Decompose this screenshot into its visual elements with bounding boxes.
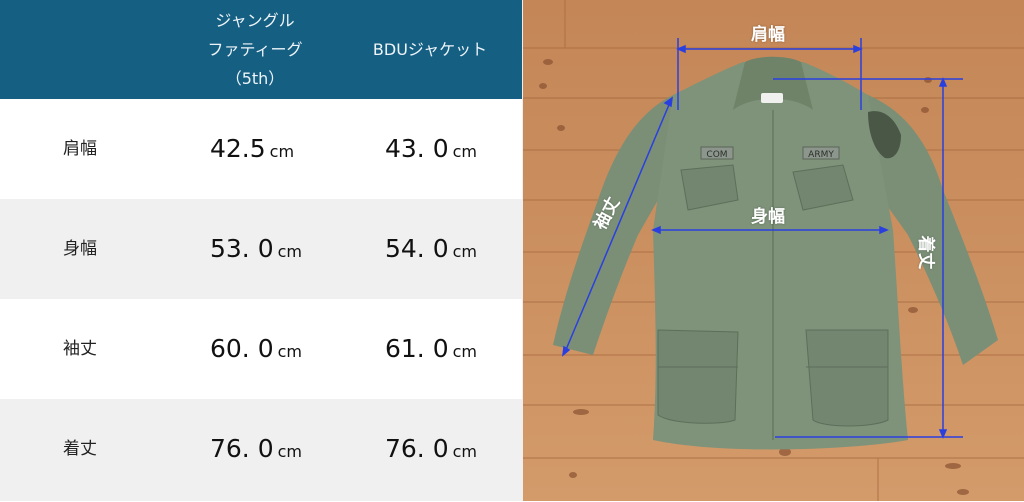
name-tape-right-text: ARMY (808, 150, 834, 160)
size-label (761, 93, 783, 103)
body-width-annotation: 身幅 (751, 207, 785, 227)
header-line: ジャングル (215, 11, 295, 30)
jungle-value: 42.5 cm (210, 134, 295, 163)
row-label: 身幅 (63, 239, 97, 259)
size-comparison-table: ジャングル ファティーグ （5th） BDUジャケット 肩幅 42.5 cm 43… (0, 0, 522, 501)
bdu-value: 61. 0 cm (385, 334, 478, 363)
name-tape-left-text: COM (706, 150, 727, 160)
row-label: 袖丈 (63, 339, 97, 359)
header-line: ファティーグ (207, 40, 303, 59)
row-label: 肩幅 (63, 139, 97, 159)
bdu-value: 54. 0 cm (385, 234, 478, 263)
table-row: 着丈 76. 0 cm 76. 0 cm (0, 399, 522, 501)
left-lower-pocket (657, 329, 739, 424)
shoulder-width-annotation: 肩幅 (751, 25, 785, 45)
bdu-value: 43. 0 cm (385, 134, 478, 163)
table-row: 袖丈 60. 0 cm 61. 0 cm (0, 299, 522, 399)
jungle-value: 53. 0 cm (210, 234, 303, 263)
bdu-value: 76. 0 cm (385, 434, 478, 463)
header-line: （5th） (225, 69, 285, 88)
total-length-annotation: 着丈 (915, 235, 936, 270)
right-lower-pocket (805, 329, 889, 427)
header-bdu-jacket: BDUジャケット (372, 40, 488, 59)
jungle-value: 60. 0 cm (210, 334, 303, 363)
jacket-photo: COM ARMY 肩幅 身幅 袖丈 着丈 (522, 0, 1024, 501)
table-row: 身幅 53. 0 cm 54. 0 cm (0, 199, 522, 299)
header-jungle-fatigue: ジャングル ファティーグ （5th） (175, 6, 335, 93)
row-label: 着丈 (63, 439, 97, 459)
jungle-value: 76. 0 cm (210, 434, 303, 463)
table-row: 肩幅 42.5 cm 43. 0 cm (0, 99, 522, 199)
jacket-illustration: COM ARMY (523, 0, 1024, 501)
table-header: ジャングル ファティーグ （5th） BDUジャケット (0, 0, 522, 100)
